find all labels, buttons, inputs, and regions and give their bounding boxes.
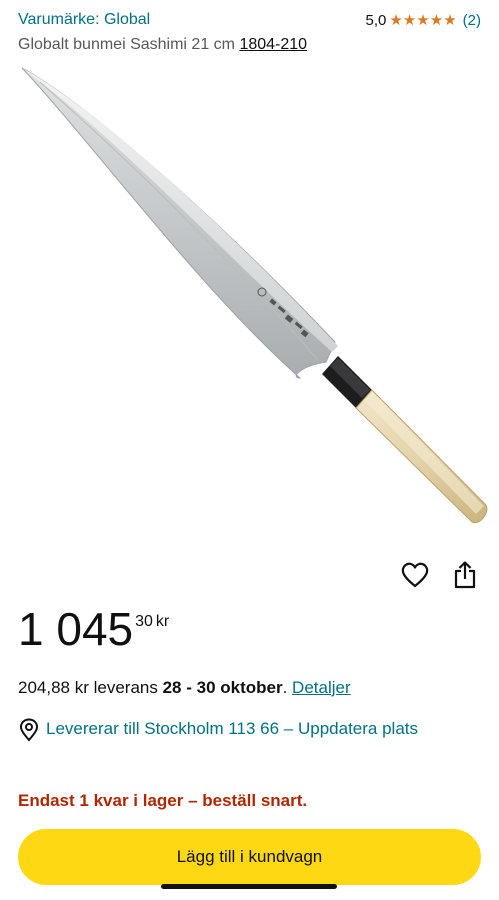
delivery-details-link[interactable]: Detaljer bbox=[292, 678, 351, 697]
price-fraction: 30 bbox=[135, 613, 153, 630]
rating-stars: ★★★★★ bbox=[389, 12, 457, 29]
delivery-location[interactable]: Levererar till Stockholm 113 66 – Uppdat… bbox=[18, 716, 478, 742]
stock-warning: Endast 1 kvar i lager – beställ snart. bbox=[18, 791, 308, 810]
home-indicator[interactable] bbox=[161, 884, 337, 889]
wishlist-button[interactable] bbox=[398, 558, 432, 592]
product-title-text: Globalt bunmei Sashimi 21 cm bbox=[18, 36, 240, 53]
model-number-link[interactable]: 1804-210 bbox=[239, 36, 307, 53]
delivery-info: 204,88 kr leverans 28 - 30 oktober. Deta… bbox=[18, 678, 351, 698]
location-link[interactable]: Levererar till Stockholm 113 66 – Uppdat… bbox=[46, 716, 418, 742]
product-image[interactable] bbox=[0, 60, 499, 540]
price: 1 045 30 kr bbox=[18, 605, 169, 653]
brand-link[interactable]: Varumärke: Global bbox=[18, 11, 150, 29]
rating-score: 5,0 bbox=[365, 11, 387, 29]
location-pin-icon bbox=[19, 718, 39, 742]
heart-icon bbox=[401, 562, 429, 588]
product-title: Globalt bunmei Sashimi 21 cm 1804-210 bbox=[18, 36, 307, 54]
share-button[interactable] bbox=[448, 558, 482, 592]
price-whole: 1 045 bbox=[18, 603, 134, 655]
share-icon bbox=[454, 561, 476, 589]
delivery-dates: 28 - 30 oktober bbox=[162, 678, 283, 697]
price-currency: kr bbox=[155, 613, 170, 630]
delivery-fee: 204,88 kr leverans bbox=[18, 678, 163, 697]
knife-illustration bbox=[21, 67, 488, 524]
rating-count-link[interactable]: (2) bbox=[463, 12, 481, 29]
delivery-period: . bbox=[282, 678, 293, 697]
add-to-cart-button[interactable]: Lägg till i kundvagn bbox=[18, 829, 481, 885]
rating-summary[interactable]: 5,0 ★★★★★ (2) bbox=[365, 11, 481, 30]
